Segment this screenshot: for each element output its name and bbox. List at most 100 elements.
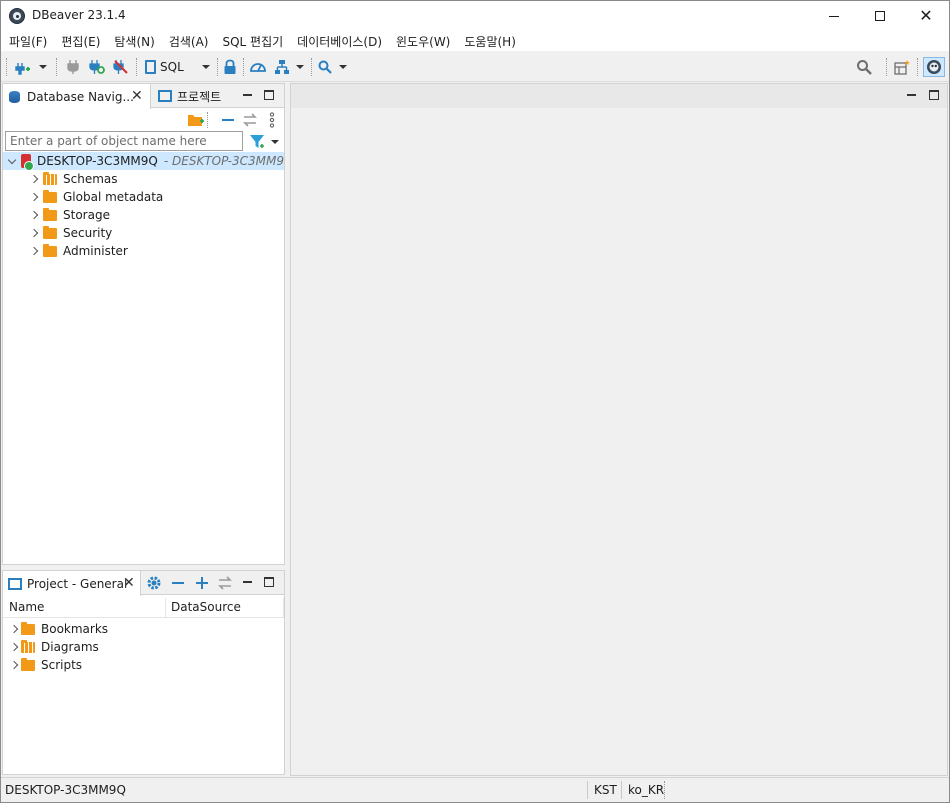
- tab-projects[interactable]: 프로젝트: [153, 84, 233, 108]
- lock-icon: [224, 59, 236, 74]
- maximize-button[interactable]: [857, 1, 903, 31]
- main-toolbar: SQL: [1, 51, 949, 82]
- bookmarks-folder-icon: [21, 621, 35, 635]
- status-separator: [621, 781, 622, 799]
- minimize-view-icon[interactable]: [907, 94, 916, 96]
- new-folder-icon[interactable]: [187, 112, 205, 128]
- filter-dropdown-icon[interactable]: [271, 140, 279, 144]
- column-header-datasource[interactable]: DataSource: [171, 600, 241, 614]
- tree-node-scripts[interactable]: Scripts: [3, 656, 284, 674]
- connect-button[interactable]: [63, 57, 83, 77]
- status-locale[interactable]: ko_KR: [628, 783, 664, 797]
- expand-all-icon[interactable]: [195, 575, 209, 591]
- navigator-toolbar: [3, 109, 284, 131]
- tab-project-general[interactable]: Project - General ✕: [3, 571, 141, 596]
- connection-node[interactable]: DESKTOP-3C3MM9Q - DESKTOP-3C3MM9: [3, 152, 284, 171]
- close-window-button[interactable]: ✕: [903, 1, 949, 31]
- chevron-right-icon[interactable]: [9, 660, 19, 670]
- minimize-view-icon[interactable]: [243, 94, 252, 96]
- projects-icon: [158, 90, 172, 102]
- chevron-right-icon[interactable]: [9, 642, 19, 652]
- tree-node-diagrams[interactable]: Diagrams: [3, 638, 284, 656]
- chevron-down-icon: [202, 65, 210, 69]
- tab-database-navigator[interactable]: Database Navig... ✕: [3, 84, 151, 109]
- chevron-down-icon: [39, 65, 47, 69]
- disconnect-icon: [113, 60, 128, 74]
- menu-help[interactable]: 도움말(H): [457, 33, 523, 50]
- tree-node-global-metadata[interactable]: Global metadata: [3, 188, 284, 206]
- menu-navigate[interactable]: 탐색(N): [107, 33, 161, 50]
- chevron-right-icon[interactable]: [29, 246, 39, 256]
- dashboard-button[interactable]: [248, 57, 268, 77]
- column-header-name[interactable]: Name: [9, 600, 44, 614]
- status-timezone[interactable]: KST: [594, 783, 617, 797]
- chevron-right-icon[interactable]: [29, 228, 39, 238]
- tree-node-label: Global metadata: [63, 190, 164, 204]
- view-menu-icon[interactable]: [269, 112, 275, 128]
- dbeaver-perspective-button[interactable]: [923, 57, 945, 77]
- sql-editor-button[interactable]: SQL: [145, 57, 195, 77]
- database-icon: [8, 90, 22, 104]
- search-toolbar-button[interactable]: [316, 57, 334, 77]
- editor-area: [290, 83, 948, 776]
- global-search-button[interactable]: [854, 57, 874, 77]
- chevron-right-icon[interactable]: [29, 192, 39, 202]
- toolbar-separator: [311, 58, 312, 76]
- erd-dropdown[interactable]: [294, 57, 306, 77]
- minimize-view-icon[interactable]: [243, 581, 252, 583]
- navigator-tree: DESKTOP-3C3MM9Q - DESKTOP-3C3MM9 Schemas…: [3, 152, 284, 260]
- sql-document-icon: [145, 60, 156, 74]
- tree-node-administer[interactable]: Administer: [3, 242, 284, 260]
- search-dropdown[interactable]: [337, 57, 349, 77]
- link-with-editor-icon[interactable]: [242, 113, 258, 127]
- sql-editor-dropdown[interactable]: [200, 57, 212, 77]
- transaction-mode-button[interactable]: [221, 57, 239, 77]
- collapse-all-icon[interactable]: [171, 577, 185, 589]
- menu-edit[interactable]: 편집(E): [54, 33, 107, 50]
- app-window: DBeaver 23.1.4 ✕ 파일(F) 편집(E) 탐색(N) 검색(A)…: [0, 0, 950, 803]
- column-divider[interactable]: [165, 598, 166, 618]
- menu-search[interactable]: 검색(A): [162, 33, 216, 50]
- minimize-button[interactable]: [811, 1, 857, 31]
- maximize-view-icon[interactable]: [264, 90, 274, 100]
- navigator-tab-row: Database Navig... ✕ 프로젝트: [3, 84, 284, 109]
- filter-icon[interactable]: [249, 134, 265, 150]
- chevron-down-icon[interactable]: [7, 155, 17, 164]
- disconnect-button[interactable]: [111, 57, 131, 77]
- chevron-right-icon[interactable]: [9, 624, 19, 634]
- close-tab-icon[interactable]: ✕: [123, 575, 135, 591]
- erd-button[interactable]: [272, 57, 292, 77]
- menu-bar: 파일(F) 편집(E) 탐색(N) 검색(A) SQL 편집기 데이터베이스(D…: [1, 31, 949, 51]
- column-divider[interactable]: [283, 598, 284, 618]
- close-tab-icon[interactable]: ✕: [131, 88, 143, 104]
- new-connection-button[interactable]: [13, 57, 33, 77]
- new-connection-icon: [15, 63, 30, 75]
- maximize-view-icon[interactable]: [264, 577, 274, 587]
- toolbar-separator: [917, 58, 918, 76]
- maximize-icon: [875, 11, 885, 21]
- tree-node-label: Storage: [63, 208, 110, 222]
- navigator-filter-input[interactable]: [5, 131, 243, 151]
- link-with-editor-icon[interactable]: [217, 576, 233, 590]
- chevron-right-icon[interactable]: [29, 174, 39, 184]
- tree-node-bookmarks[interactable]: Bookmarks: [3, 620, 284, 638]
- plug-icon: [67, 60, 79, 74]
- collapse-all-icon[interactable]: [221, 114, 235, 126]
- tab-label: 프로젝트: [177, 89, 222, 104]
- toolbar-grip: [6, 58, 7, 76]
- tree-node-schemas[interactable]: Schemas: [3, 170, 284, 188]
- tree-node-storage[interactable]: Storage: [3, 206, 284, 224]
- minimize-icon: [829, 15, 839, 17]
- maximize-view-icon[interactable]: [929, 90, 939, 100]
- settings-gear-icon[interactable]: [146, 575, 162, 591]
- menu-window[interactable]: 윈도우(W): [389, 33, 457, 50]
- menu-file[interactable]: 파일(F): [2, 33, 54, 50]
- open-perspective-button[interactable]: [892, 57, 912, 77]
- new-connection-dropdown[interactable]: [37, 57, 49, 77]
- tab-label: Database Navig...: [27, 89, 134, 104]
- menu-sql-editor[interactable]: SQL 편집기: [215, 33, 290, 50]
- chevron-right-icon[interactable]: [29, 210, 39, 220]
- reconnect-button[interactable]: [87, 57, 107, 77]
- tree-node-security[interactable]: Security: [3, 224, 284, 242]
- menu-database[interactable]: 데이터베이스(D): [290, 33, 389, 50]
